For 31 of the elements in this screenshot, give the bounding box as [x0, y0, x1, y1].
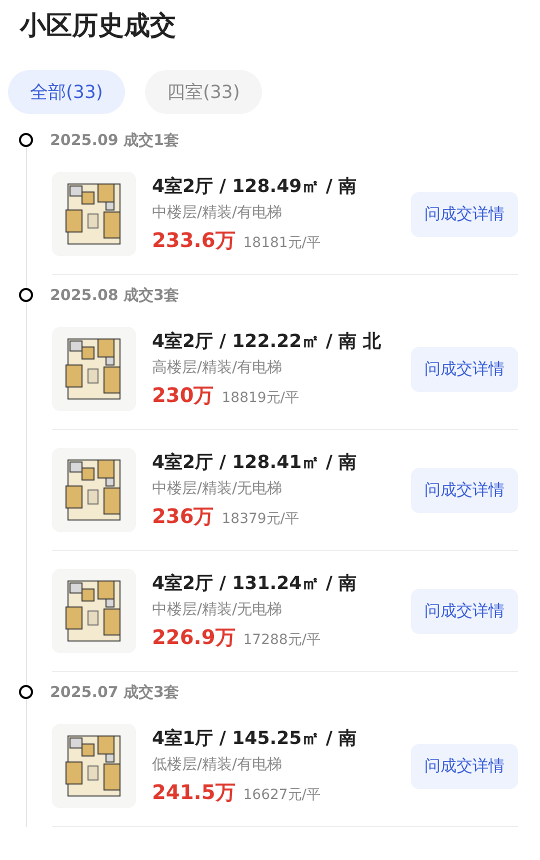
month-header: 2025.09 成交1套 — [50, 130, 179, 151]
total-price: 230万 — [152, 382, 214, 409]
month-header: 2025.07 成交3套 — [50, 682, 179, 703]
deal-details-button[interactable]: 问成交详情 — [411, 468, 518, 512]
total-price: 226.9万 — [152, 624, 236, 651]
unit-price: 18379元/平 — [222, 510, 300, 529]
total-price: 241.5万 — [152, 779, 236, 806]
listing-summary: 4室2厅 / 131.24㎡ / 南 — [152, 572, 358, 596]
listing-details: 高楼层/精装/有电梯 — [152, 357, 284, 378]
filter-tab[interactable]: 四室(33) — [144, 70, 262, 114]
listing-details: 中楼层/精装/无电梯 — [152, 478, 284, 499]
deal-details-button[interactable]: 问成交详情 — [411, 588, 518, 634]
listing-summary: 4室2厅 / 128.49㎡ / 南 — [152, 175, 358, 199]
deal-details-button[interactable]: 问成交详情 — [411, 346, 518, 392]
unit-price: 16627元/平 — [243, 786, 321, 805]
unit-price: 18181元/平 — [243, 234, 321, 253]
deal-details-button[interactable]: 问成交详情 — [411, 744, 518, 788]
listing-summary: 4室2厅 / 122.22㎡ / 南 北 — [152, 330, 382, 354]
filter-tab[interactable]: 全部(33) — [8, 70, 125, 114]
unit-price: 18819元/平 — [222, 389, 300, 408]
listing-details: 中楼层/精装/无电梯 — [152, 599, 284, 620]
listing-summary: 4室2厅 / 128.41㎡ / 南 — [152, 451, 358, 475]
unit-price: 17288元/平 — [243, 631, 321, 650]
month-header: 2025.08 成交3套 — [50, 284, 179, 306]
listing-details: 低楼层/精装/有电梯 — [152, 754, 284, 775]
total-price: 236万 — [152, 503, 214, 530]
deal-details-button[interactable]: 问成交详情 — [411, 192, 518, 236]
listing-summary: 4室1厅 / 145.25㎡ / 南 — [152, 727, 358, 751]
listing-details: 中楼层/精装/有电梯 — [152, 202, 284, 223]
page-title: 小区历史成交 — [20, 10, 177, 43]
total-price: 233.6万 — [152, 227, 236, 254]
